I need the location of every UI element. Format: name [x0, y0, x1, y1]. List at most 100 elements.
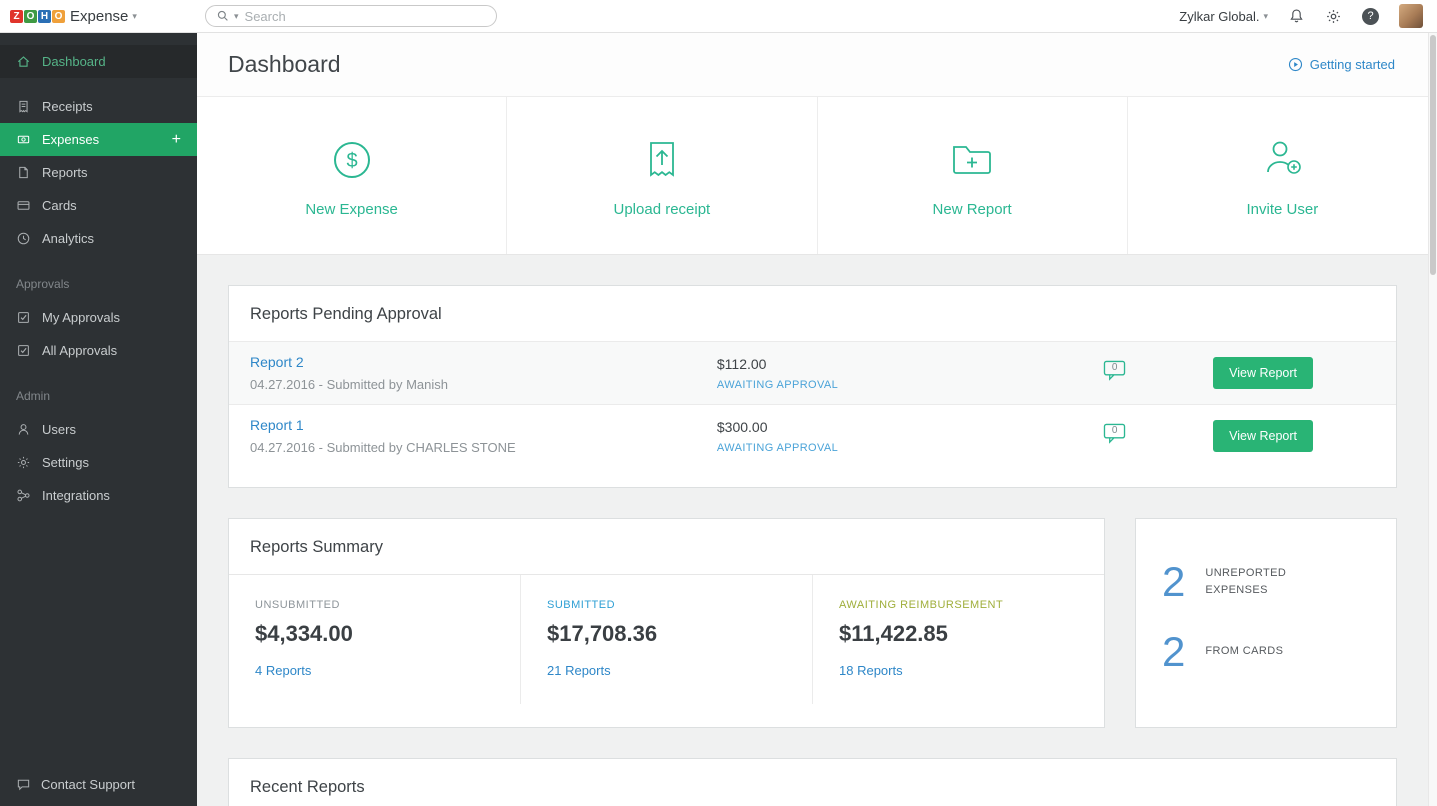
sidebar-item-integrations[interactable]: Integrations	[0, 479, 197, 512]
dollar-circle-icon: $	[326, 134, 378, 186]
add-expense-plus-icon[interactable]	[172, 131, 181, 149]
summary-reports-link[interactable]: 18 Reports	[839, 663, 903, 678]
sidebar-section-approvals: Approvals	[0, 255, 197, 301]
scrollbar-thumb[interactable]	[1430, 35, 1436, 275]
sidebar-item-label: Integrations	[42, 488, 110, 503]
sidebar-item-analytics[interactable]: Analytics	[0, 222, 197, 255]
report-name-link[interactable]: Report 1	[250, 417, 304, 433]
comment-count: 0	[1103, 423, 1213, 449]
help-icon[interactable]	[1362, 8, 1379, 25]
org-caret-icon	[1263, 11, 1268, 22]
summary-reports-link[interactable]: 21 Reports	[547, 663, 611, 678]
report-amount: $300.00	[717, 419, 1103, 435]
summary-col-awaiting-reimbursement: AWAITING REIMBURSEMENT $11,422.85 18 Rep…	[812, 575, 1104, 704]
summary-amount: $11,422.85	[839, 621, 1078, 647]
sidebar: Dashboard Receipts Expenses Reports Card…	[0, 33, 197, 806]
receipt-upload-icon	[636, 134, 688, 186]
sidebar-item-settings[interactable]: Settings	[0, 446, 197, 479]
sidebar-item-all-approvals[interactable]: All Approvals	[0, 334, 197, 367]
avatar[interactable]	[1399, 4, 1423, 28]
page-title: Dashboard	[228, 51, 341, 78]
check-square-icon	[16, 310, 31, 325]
vertical-scrollbar[interactable]	[1428, 33, 1437, 806]
sidebar-item-dashboard[interactable]: Dashboard	[0, 45, 197, 78]
card-title: Recent Reports	[229, 759, 1396, 806]
org-switcher[interactable]: Zylkar Global.	[1179, 9, 1268, 24]
comment-count-value: 0	[1103, 362, 1126, 373]
summary-columns: UNSUBMITTED $4,334.00 4 Reports SUBMITTE…	[229, 574, 1104, 704]
search-scope-caret-icon[interactable]	[234, 11, 239, 22]
home-icon	[16, 54, 31, 69]
pending-report-row: Report 2 04.27.2016 - Submitted by Manis…	[229, 341, 1396, 404]
comment-bubble-icon[interactable]: 0	[1103, 360, 1126, 381]
topbar-right: Zylkar Global.	[1179, 4, 1437, 28]
comment-count-value: 0	[1103, 425, 1126, 436]
report-name-link[interactable]: Report 2	[250, 354, 304, 370]
quick-action-label: New Expense	[305, 201, 398, 218]
count-value: 2	[1162, 561, 1185, 603]
folder-plus-icon	[946, 134, 998, 186]
sidebar-item-cards[interactable]: Cards	[0, 189, 197, 222]
summary-label: UNSUBMITTED	[255, 599, 494, 611]
sidebar-item-label: Users	[42, 422, 76, 437]
play-circle-icon	[1288, 57, 1303, 72]
count-label: FROM CARDS	[1205, 643, 1283, 660]
sidebar-item-reports[interactable]: Reports	[0, 156, 197, 189]
search-icon	[216, 9, 230, 23]
quick-action-label: Invite User	[1247, 201, 1319, 218]
recent-reports-card: Recent Reports	[228, 758, 1397, 806]
svg-text:$: $	[346, 150, 357, 172]
product-name: Expense	[70, 8, 128, 25]
sidebar-item-label: My Approvals	[42, 310, 120, 325]
report-meta: 04.27.2016 - Submitted by Manish	[250, 377, 717, 392]
sidebar-item-users[interactable]: Users	[0, 413, 197, 446]
user-plus-icon	[1256, 134, 1308, 186]
bell-icon[interactable]	[1288, 8, 1305, 25]
invite-user-action[interactable]: Invite User	[1127, 97, 1437, 254]
user-icon	[16, 422, 31, 437]
contact-support-label: Contact Support	[41, 777, 135, 792]
product-switcher-caret-icon[interactable]	[132, 11, 137, 22]
zoho-expense-logo[interactable]: Z O H O Expense	[0, 8, 197, 25]
comment-bubble-icon[interactable]: 0	[1103, 423, 1126, 444]
sidebar-item-expenses[interactable]: Expenses	[0, 123, 197, 156]
gear-icon	[16, 455, 31, 470]
topbar: Z O H O Expense Zylkar Global.	[0, 0, 1437, 33]
report-status: AWAITING APPROVAL	[717, 442, 1103, 454]
unreported-expenses-count[interactable]: 2 UNREPORTED EXPENSES	[1136, 547, 1396, 617]
summary-label: SUBMITTED	[547, 599, 786, 611]
global-search[interactable]	[205, 5, 497, 27]
summary-col-submitted: SUBMITTED $17,708.36 21 Reports	[520, 575, 812, 704]
new-expense-action[interactable]: $ New Expense	[197, 97, 506, 254]
report-status: AWAITING APPROVAL	[717, 379, 1103, 391]
dashboard-content: Reports Pending Approval Report 2 04.27.…	[197, 255, 1437, 806]
chat-icon	[16, 777, 31, 792]
sidebar-item-my-approvals[interactable]: My Approvals	[0, 301, 197, 334]
quick-action-label: Upload receipt	[614, 201, 711, 218]
view-report-button[interactable]: View Report	[1213, 357, 1313, 389]
sidebar-item-label: Expenses	[42, 132, 99, 147]
view-report-button[interactable]: View Report	[1213, 420, 1313, 452]
sidebar-item-receipts[interactable]: Receipts	[0, 90, 197, 123]
expense-icon	[16, 132, 31, 147]
sidebar-item-label: All Approvals	[42, 343, 117, 358]
summary-reports-link[interactable]: 4 Reports	[255, 663, 311, 678]
logo-letter-tile: O	[24, 10, 37, 23]
card-title: Reports Summary	[229, 519, 1104, 574]
summary-label: AWAITING REIMBURSEMENT	[839, 599, 1078, 611]
report-meta: 04.27.2016 - Submitted by CHARLES STONE	[250, 440, 717, 455]
sidebar-item-label: Settings	[42, 455, 89, 470]
getting-started-link[interactable]: Getting started	[1288, 57, 1395, 72]
upload-receipt-action[interactable]: Upload receipt	[506, 97, 816, 254]
new-report-action[interactable]: New Report	[817, 97, 1127, 254]
reports-summary-card: Reports Summary UNSUBMITTED $4,334.00 4 …	[228, 518, 1105, 728]
sidebar-item-label: Cards	[42, 198, 77, 213]
from-cards-count[interactable]: 2 FROM CARDS	[1136, 617, 1396, 687]
report-info: Report 2 04.27.2016 - Submitted by Manis…	[250, 354, 717, 392]
contact-support[interactable]: Contact Support	[0, 763, 197, 806]
summary-col-unsubmitted: UNSUBMITTED $4,334.00 4 Reports	[229, 575, 520, 704]
logo-letter-tile: H	[38, 10, 51, 23]
gear-icon[interactable]	[1325, 8, 1342, 25]
search-input[interactable]	[245, 9, 486, 24]
sidebar-item-label: Dashboard	[42, 54, 106, 69]
